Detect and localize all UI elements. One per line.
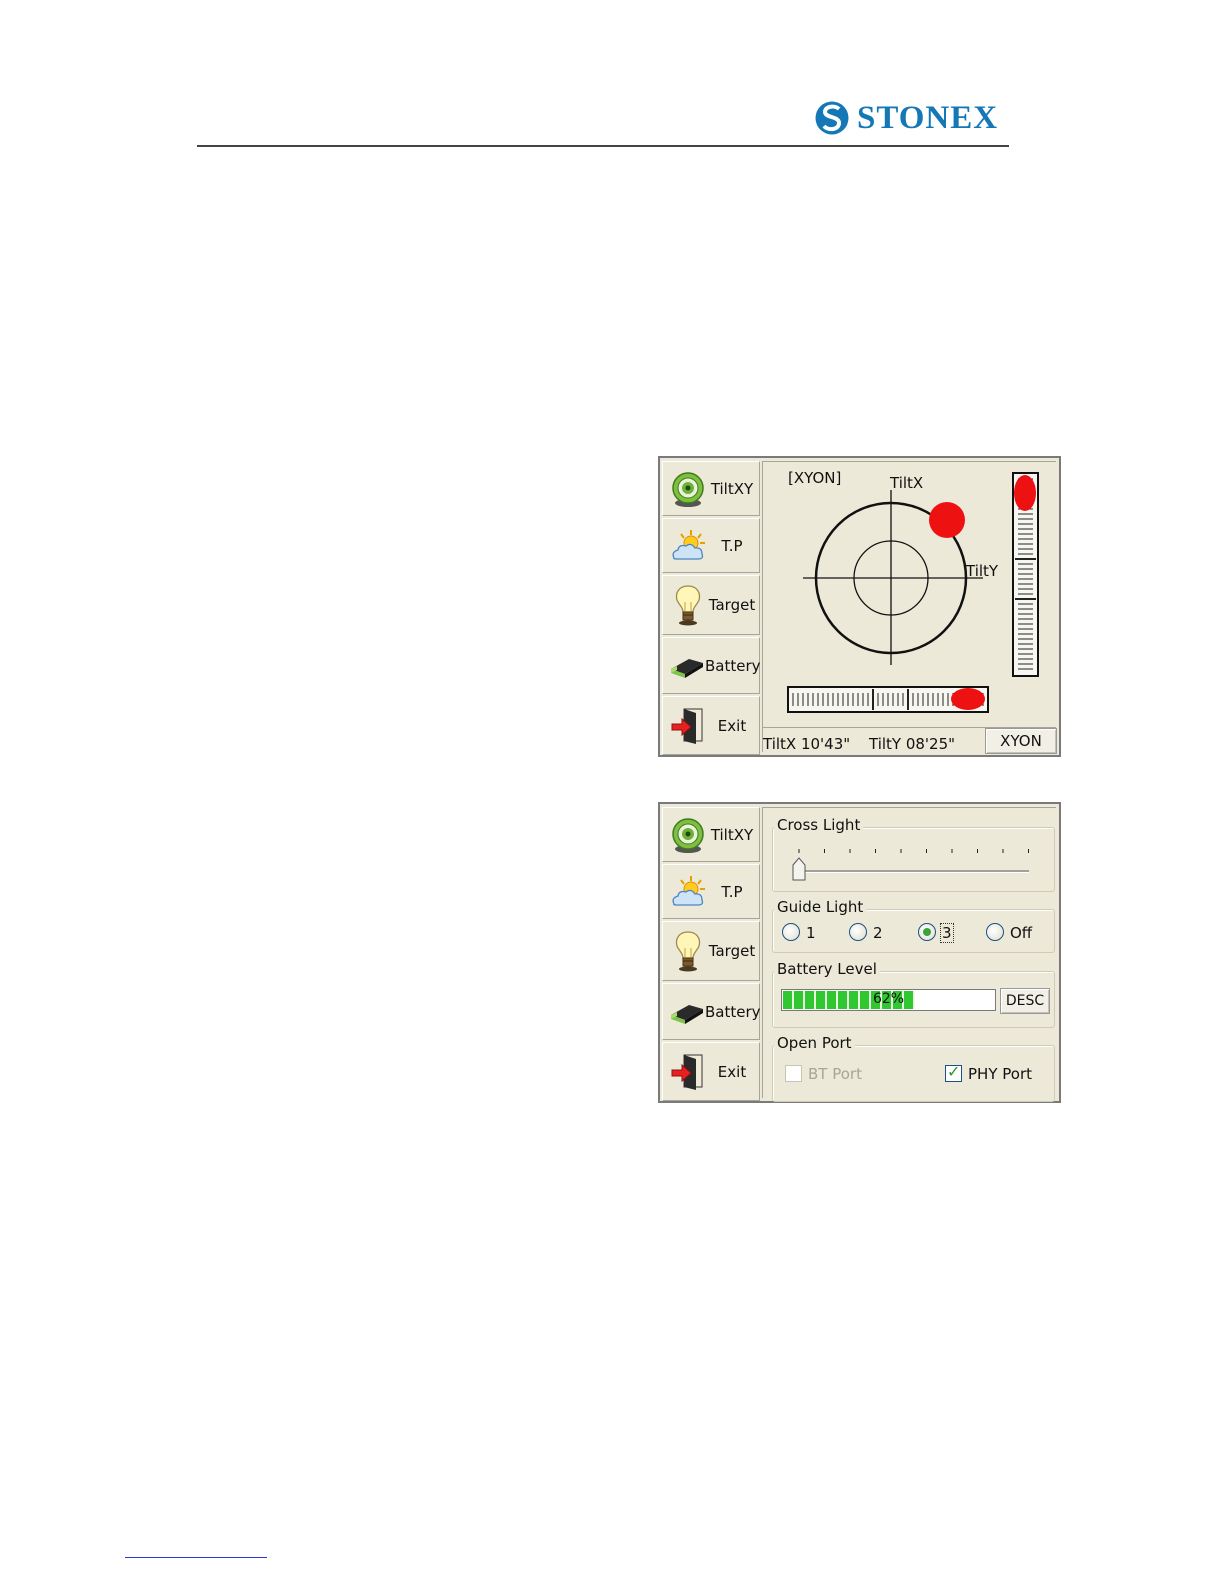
sidebar-item-label: Target [708,596,756,614]
sidebar-item-tp[interactable]: T.P [662,518,760,573]
sidebar-item-label: Battery [705,656,761,675]
guide-light-radio-2[interactable] [849,923,867,941]
sidebar-item-label: Battery [705,1002,761,1021]
sidebar: TiltXY T.P Target Battery Exit [662,807,761,1101]
sidebar-item-exit[interactable]: Exit [662,1042,760,1101]
sidebar-item-target[interactable]: Target [662,575,760,635]
sidebar-item-battery[interactable]: Battery [662,983,761,1040]
slider-ticks [798,849,1029,853]
sidebar-item-tiltxy[interactable]: TiltXY [662,461,760,516]
footer-rule [125,1557,267,1558]
tilt-screen: TiltXY T.P Target Battery Exit [XYON] Ti… [658,456,1061,757]
battery-level-title: Battery Level [774,960,880,978]
exit-door-icon [669,1052,707,1092]
exit-door-icon [669,706,707,746]
stonex-logo-icon [815,101,849,135]
light-bulb-icon [669,931,707,972]
guide-light-radio-1[interactable] [782,923,800,941]
bt-port-checkbox[interactable] [785,1065,802,1082]
header-divider [197,145,1009,147]
circular-bubble [929,502,965,538]
guide-light-option-label: 3 [940,923,954,943]
battery-icon [669,992,705,1032]
horizontal-vial-bubble [951,688,985,710]
sidebar: TiltXY T.P Target Battery Exit [662,461,761,755]
tilty-readout: TiltY 08'25" [869,735,956,753]
sidebar-item-exit[interactable]: Exit [662,696,760,755]
settings-panel: Cross Light Guide Light 1 2 3 Off Batter… [762,807,1056,1102]
stonex-logo: STONEX [815,98,998,138]
battery-icon [669,646,705,686]
slider-thumb [792,857,806,881]
level-target-icon [669,815,707,855]
guide-light-radio-3[interactable] [918,923,936,941]
guide-light-option-label: 1 [806,924,816,942]
sidebar-item-label: Exit [717,1062,747,1081]
sidebar-item-label: T.P [721,882,743,901]
tilt-bubble-display [787,472,1039,713]
weather-sun-cloud-icon [669,526,707,566]
cross-light-title: Cross Light [774,816,864,834]
light-bulb-icon [669,585,707,626]
sidebar-item-label: TiltXY [710,825,754,844]
tiltx-readout: TiltX 10'43" [763,735,851,753]
phy-port-checkbox[interactable]: ✓ [945,1062,962,1082]
battery-percent: 62% [872,991,905,1007]
brand-name: STONEX [857,99,999,136]
level-target-icon [669,469,707,509]
open-port-title: Open Port [774,1034,855,1052]
vertical-vial-bubble [1014,475,1036,511]
cross-light-slider[interactable] [783,843,1033,881]
checkmark-icon: ✓ [947,1062,961,1081]
guide-light-title: Guide Light [774,898,867,916]
sidebar-item-tiltxy[interactable]: TiltXY [662,807,760,862]
sidebar-item-label: T.P [721,536,743,555]
tilt-display-panel: [XYON] TiltX TiltY TiltX 10'43" TiltY 08… [762,461,1057,754]
sidebar-item-tp[interactable]: T.P [662,864,760,919]
guide-light-option-label: 2 [873,924,883,942]
sidebar-item-label: Target [708,942,756,960]
weather-sun-cloud-icon [669,872,707,912]
guide-light-option-label: Off [1010,924,1033,942]
sidebar-item-label: TiltXY [710,479,754,498]
sidebar-item-target[interactable]: Target [662,921,760,981]
sidebar-item-battery[interactable]: Battery [662,637,761,694]
guide-light-radio-off[interactable] [986,923,1004,941]
settings-screen: TiltXY T.P Target Battery Exit Cross Lig… [658,802,1061,1103]
sidebar-item-label: Exit [717,716,747,735]
battery-progress-bar: 62% [781,989,996,1011]
xyon-mode-button[interactable]: XYON [985,728,1057,754]
desc-button[interactable]: DESC [1000,988,1050,1014]
phy-port-label: PHY Port [968,1065,1032,1083]
bt-port-label: BT Port [808,1065,862,1083]
